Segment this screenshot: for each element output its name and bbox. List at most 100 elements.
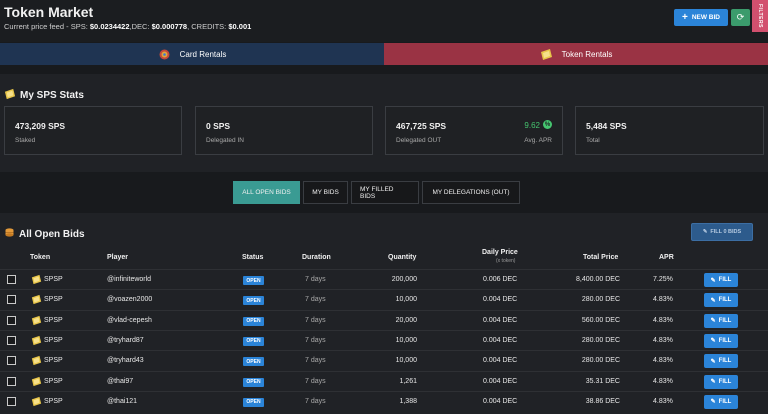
- row-checkbox[interactable]: [7, 335, 16, 345]
- row-checkbox[interactable]: [7, 295, 16, 305]
- sps-token-icon: [31, 315, 42, 328]
- fill-label: FILL: [718, 317, 732, 324]
- row-checkbox[interactable]: [7, 275, 16, 284]
- col-daily-price[interactable]: Daily Price: [482, 249, 518, 256]
- row-total-price: 280.00 DEC: [581, 296, 620, 304]
- row-player[interactable]: @tryhard43: [107, 357, 144, 364]
- col-total-price[interactable]: Total Price: [583, 254, 618, 261]
- status-badge: OPEN: [243, 397, 264, 407]
- row-duration: 7 days: [305, 357, 326, 365]
- fill-button[interactable]: ✎ FILL: [704, 374, 738, 389]
- stat-value: 0 SPS: [206, 121, 231, 131]
- col-token[interactable]: Token: [30, 254, 50, 261]
- row-player[interactable]: @vlad-cepesh: [107, 317, 152, 324]
- fill-button[interactable]: ✎ FILL: [704, 333, 738, 348]
- sps-token-icon: [31, 335, 42, 348]
- table-row: SPSP @tryhard87 OPEN 7 days 10,000 0.004…: [0, 329, 768, 350]
- tab-my-filled-bids[interactable]: MY FILLED BIDS: [351, 181, 419, 204]
- tab-token-rentals[interactable]: Token Rentals: [384, 43, 768, 65]
- col-apr[interactable]: APR: [659, 254, 674, 261]
- stat-value: 467,725 SPS: [396, 121, 447, 131]
- row-total-price: 8,400.00 DEC: [576, 276, 620, 283]
- filters-tab[interactable]: FILTERS: [752, 0, 768, 32]
- col-quantity[interactable]: Quantity: [388, 254, 416, 261]
- row-player[interactable]: @thai97: [107, 378, 133, 385]
- sps-token-icon: [4, 88, 16, 103]
- open-bids-panel: All Open Bids ✎ FILL 0 BIDS Token Player…: [0, 213, 768, 414]
- table-row: SPSP @voazen2000 OPEN 7 days 10,000 0.00…: [0, 289, 768, 309]
- row-duration: 7 days: [305, 276, 326, 283]
- stat-total: 5,484 SPS Total: [575, 106, 764, 155]
- row-total-price: 35.31 DEC: [585, 377, 620, 385]
- fill-label: FILL: [718, 337, 732, 344]
- col-player[interactable]: Player: [107, 254, 128, 261]
- refresh-button[interactable]: ⟳: [731, 9, 750, 26]
- price-feed: Current price feed - SPS: $0.0234422,DEC…: [4, 22, 251, 31]
- stat-staked: 473,209 SPS Staked: [4, 106, 182, 155]
- table-row: SPSP @thai121 OPEN 7 days 1,388 0.004 DE…: [0, 390, 768, 411]
- row-token: SPSP: [44, 397, 63, 405]
- tab-card-rentals[interactable]: Card Rentals: [0, 43, 384, 65]
- rental-tabs: Card Rentals Token Rentals: [0, 43, 768, 65]
- table-row: SPSP @thai97 OPEN 7 days 1,261 0.004 DEC…: [0, 370, 768, 391]
- row-apr: 4.83%: [653, 296, 673, 304]
- table-row: SPSP @tryhard43 OPEN 7 days 10,000 0.004…: [0, 350, 768, 370]
- row-checkbox[interactable]: [7, 376, 16, 386]
- status-badge: OPEN: [243, 276, 264, 285]
- credits-label: , CREDITS:: [187, 22, 227, 31]
- row-checkbox[interactable]: [7, 396, 16, 406]
- row-duration: 7 days: [305, 316, 326, 324]
- fill-icon: ✎: [710, 399, 716, 406]
- row-daily-price: 0.004 DEC: [483, 296, 518, 304]
- fill-button[interactable]: ✎ FILL: [704, 293, 738, 308]
- table-row: SPSP @vlad-cepesh OPEN 7 days 20,000 0.0…: [0, 309, 768, 330]
- status-badge: OPEN: [243, 296, 264, 306]
- fill-icon: ✎: [710, 379, 716, 385]
- row-checkbox[interactable]: [7, 356, 16, 366]
- fill-label: FILL: [718, 378, 732, 385]
- row-apr: 4.83%: [653, 336, 673, 344]
- row-daily-price: 0.004 DEC: [483, 397, 518, 405]
- row-quantity: 1,388: [399, 397, 417, 405]
- status-badge: OPEN: [243, 336, 264, 346]
- open-bids-heading: All Open Bids: [19, 228, 85, 240]
- row-token: SPSP: [44, 336, 63, 344]
- tab-my-bids[interactable]: MY BIDS: [303, 181, 348, 204]
- fill-label: FILL: [718, 358, 732, 365]
- row-duration: 7 days: [305, 296, 326, 304]
- page-title: Token Market: [4, 4, 94, 20]
- row-player[interactable]: @thai121: [107, 398, 137, 405]
- fill-button[interactable]: ✎ FILL: [704, 313, 738, 328]
- col-status[interactable]: Status: [242, 254, 263, 261]
- row-checkbox[interactable]: [7, 315, 16, 325]
- bid-filter-tabs: ALL OPEN BIDS MY BIDS MY FILLED BIDS MY …: [233, 181, 520, 204]
- row-token: SPSP: [44, 316, 63, 324]
- row-quantity: 20,000: [395, 316, 417, 324]
- credits-price: $0.001: [228, 22, 252, 31]
- row-daily-price: 0.006 DEC: [483, 276, 518, 283]
- fill-button[interactable]: ✎ FILL: [704, 273, 738, 287]
- dec-price: $0.000778: [151, 22, 188, 31]
- fill-button[interactable]: ✎ FILL: [704, 354, 738, 369]
- row-player[interactable]: @tryhard87: [107, 337, 144, 344]
- tab-my-delegations-out[interactable]: MY DELEGATIONS (OUT): [422, 181, 520, 204]
- sps-token-icon: [31, 376, 42, 389]
- fill-bids-button[interactable]: ✎ FILL 0 BIDS: [691, 223, 753, 241]
- avg-apr-label: Avg. APR: [524, 137, 552, 144]
- fill-icon: ✎: [710, 358, 716, 365]
- row-apr: 4.83%: [653, 397, 673, 405]
- row-player[interactable]: @infiniteworld: [107, 276, 151, 283]
- new-bid-button[interactable]: + NEW BID: [674, 9, 728, 26]
- fill-icon: ✎: [710, 277, 716, 284]
- col-duration[interactable]: Duration: [302, 254, 331, 261]
- sps-token-icon: [31, 396, 42, 409]
- row-apr: 7.25%: [653, 276, 673, 283]
- open-bids-title: All Open Bids: [4, 227, 85, 241]
- sps-token-icon: [31, 294, 42, 307]
- stat-value: 5,484 SPS: [586, 121, 627, 131]
- row-apr: 4.83%: [653, 377, 673, 385]
- col-daily-price-sub: (x token): [496, 258, 516, 264]
- fill-button[interactable]: ✎ FILL: [704, 394, 738, 409]
- row-player[interactable]: @voazen2000: [107, 296, 152, 303]
- tab-all-open-bids[interactable]: ALL OPEN BIDS: [233, 181, 300, 204]
